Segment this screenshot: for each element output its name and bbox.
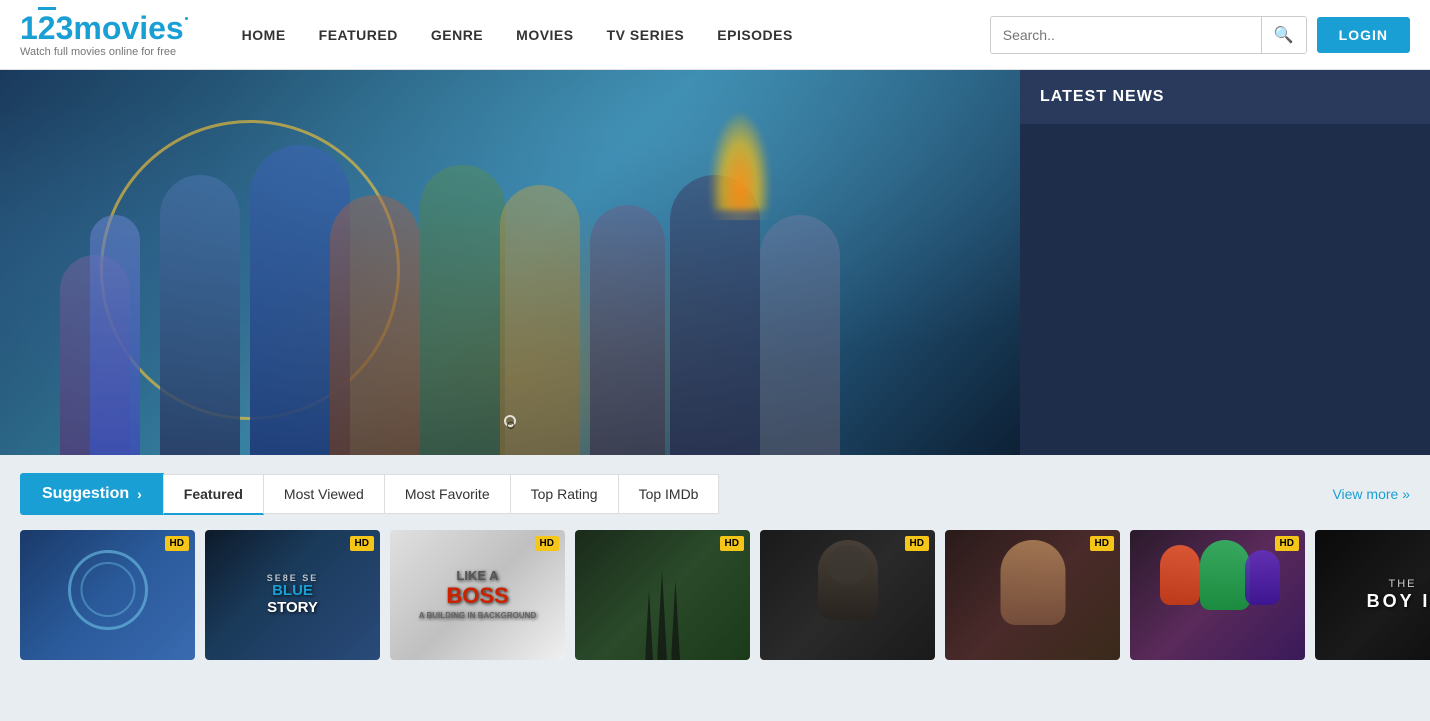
- hero-section: ○ LATEST NEWS: [0, 70, 1430, 455]
- latest-news-panel: LATEST NEWS: [1020, 70, 1430, 455]
- hd-badge-5: HD: [905, 536, 929, 551]
- movie-card-inner-6: HD: [945, 530, 1120, 660]
- nav-featured[interactable]: FEATURED: [305, 19, 412, 51]
- movie-card-7[interactable]: HD: [1130, 530, 1305, 660]
- logo-movies: movies: [73, 10, 183, 46]
- suggestion-bar: Suggestion › Featured Most Viewed Most F…: [20, 473, 1410, 515]
- suggestion-button[interactable]: Suggestion ›: [20, 473, 164, 515]
- nav-tv-series[interactable]: TV SERIES: [593, 19, 699, 51]
- tab-most-viewed[interactable]: Most Viewed: [263, 474, 385, 514]
- movie-card-6[interactable]: HD: [945, 530, 1120, 660]
- logo-123: 123: [20, 7, 73, 46]
- hd-badge-7: HD: [1275, 536, 1299, 551]
- main-nav: HOME FEATURED GENRE MOVIES TV SERIES EPI…: [228, 19, 990, 51]
- movie-grid: HD HD SE8E SE BLUE STORY HD: [0, 515, 1430, 675]
- latest-news-title: LATEST NEWS: [1020, 70, 1430, 124]
- card-content-8: THE BOY II: [1315, 530, 1430, 660]
- nav-genre[interactable]: GENRE: [417, 19, 497, 51]
- logo-tagline: Watch full movies online for free: [20, 46, 188, 58]
- search-icon: 🔍: [1274, 27, 1294, 44]
- movie-card-inner-8: HD THE BOY II: [1315, 530, 1430, 660]
- hd-badge-3: HD: [535, 536, 559, 551]
- nav-movies[interactable]: MOVIES: [502, 19, 587, 51]
- hero-dot-indicator[interactable]: ○: [504, 415, 516, 435]
- movie-card-inner-7: HD: [1130, 530, 1305, 660]
- nav-episodes[interactable]: EPISODES: [703, 19, 807, 51]
- movie-card-1[interactable]: HD: [20, 530, 195, 660]
- tab-most-favorite[interactable]: Most Favorite: [384, 474, 511, 514]
- suggestion-label: Suggestion: [42, 485, 129, 503]
- nav-home[interactable]: HOME: [228, 19, 300, 51]
- header: 123movies Watch full movies online for f…: [0, 0, 1430, 70]
- logo-text: 123movies: [20, 11, 188, 44]
- logo-area[interactable]: 123movies Watch full movies online for f…: [20, 11, 188, 58]
- chevron-right-icon: ›: [137, 486, 142, 502]
- search-input[interactable]: [991, 27, 1261, 43]
- movie-card-3[interactable]: HD LIKE A BOSS A BUILDING IN BACKGROUND: [390, 530, 565, 660]
- movie-card-5[interactable]: HD: [760, 530, 935, 660]
- suggestions-section: Suggestion › Featured Most Viewed Most F…: [0, 455, 1430, 515]
- login-button[interactable]: LOGIN: [1317, 17, 1410, 53]
- movie-card-inner-2: HD SE8E SE BLUE STORY: [205, 530, 380, 660]
- hero-characters: [0, 70, 1020, 455]
- hd-badge-4: HD: [720, 536, 744, 551]
- hero-banner[interactable]: ○: [0, 70, 1020, 455]
- search-button[interactable]: 🔍: [1261, 16, 1306, 54]
- movie-card-inner-4: HD: [575, 530, 750, 660]
- latest-news-content: [1020, 124, 1430, 455]
- movie-card-8[interactable]: HD THE BOY II: [1315, 530, 1430, 660]
- hd-badge-2: HD: [350, 536, 374, 551]
- tab-top-rating[interactable]: Top Rating: [510, 474, 619, 514]
- header-right: 🔍 LOGIN: [990, 16, 1410, 54]
- hd-badge-1: HD: [165, 536, 189, 551]
- tab-featured[interactable]: Featured: [163, 474, 264, 515]
- search-box: 🔍: [990, 16, 1307, 54]
- movie-card-4[interactable]: HD: [575, 530, 750, 660]
- movie-card-inner-1: HD: [20, 530, 195, 660]
- movie-card-inner-5: HD: [760, 530, 935, 660]
- movie-card-2[interactable]: HD SE8E SE BLUE STORY: [205, 530, 380, 660]
- movie-card-inner-3: HD LIKE A BOSS A BUILDING IN BACKGROUND: [390, 530, 565, 660]
- hd-badge-6: HD: [1090, 536, 1114, 551]
- view-more-link[interactable]: View more »: [1332, 486, 1410, 502]
- tab-top-imdb[interactable]: Top IMDb: [618, 474, 720, 514]
